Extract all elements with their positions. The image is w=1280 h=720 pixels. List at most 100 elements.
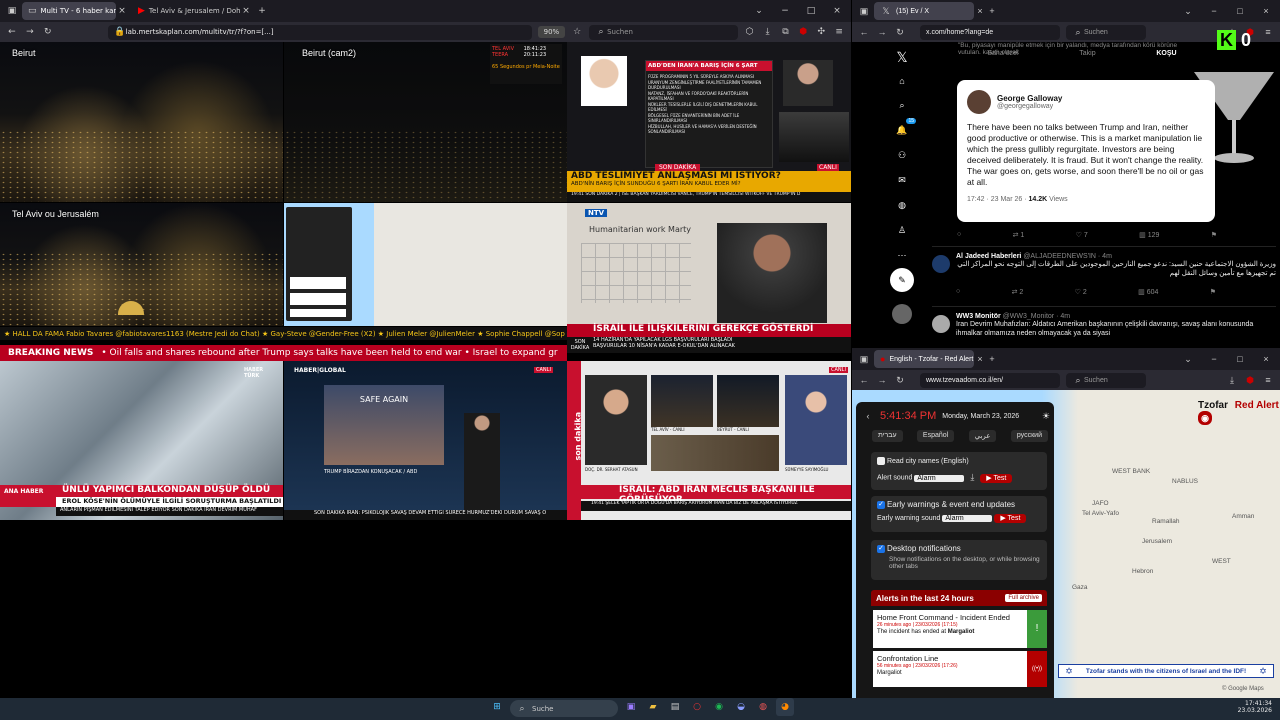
new-tab-icon[interactable]: +	[256, 5, 268, 17]
back-icon[interactable]: ←	[6, 26, 18, 38]
maximize-icon[interactable]: □	[805, 5, 817, 17]
search-input[interactable]: ⌕ Suchen	[589, 24, 738, 40]
new-tab-icon[interactable]: +	[986, 353, 998, 365]
windows-start-icon[interactable]: ⊞	[488, 698, 506, 716]
tab-x-home[interactable]: 𝕏 (15) Ev / X	[874, 2, 974, 20]
forward-icon[interactable]: →	[24, 26, 36, 38]
file-explorer-icon[interactable]: ▰	[644, 698, 662, 716]
firefox-icon[interactable]: ◕	[776, 698, 794, 716]
read-city-checkbox[interactable]	[877, 457, 885, 465]
alert-item[interactable]: Home Front Command - Incident Ended 26 m…	[873, 610, 1047, 648]
like-icon[interactable]: ♡ 2	[1075, 288, 1087, 296]
early-checkbox[interactable]: ✓	[877, 501, 885, 510]
tab-youtube[interactable]: ▶Tel Aviv & Jerusalem / Doha / ...	[132, 2, 240, 20]
home-icon[interactable]: ⌂	[892, 68, 912, 93]
minimize-icon[interactable]: −	[779, 5, 791, 17]
tab-list-icon[interactable]: ▣	[858, 5, 870, 17]
search-input[interactable]: ⌕ Suchen	[1066, 24, 1146, 40]
minimize-icon[interactable]: −	[1208, 353, 1220, 365]
discord-icon[interactable]: ◒	[732, 698, 750, 716]
notifications-icon[interactable]: 🔔 15	[892, 118, 916, 143]
reply-icon[interactable]: ○	[956, 288, 960, 296]
pocket-icon[interactable]: ⬡	[744, 26, 756, 38]
retweet-icon[interactable]: ⇄ 1	[1013, 231, 1025, 239]
reload-icon[interactable]: ↻	[894, 26, 906, 38]
theme-icon[interactable]: ☀	[1040, 410, 1052, 422]
retweet-icon[interactable]: ⇄ 2	[1012, 288, 1024, 296]
download-icon[interactable]: ⤓	[966, 471, 978, 483]
early-sound-select[interactable]: Alarm	[942, 515, 993, 523]
test-button[interactable]: ▶ Test	[980, 473, 1013, 483]
menu-icon[interactable]: ≡	[1262, 26, 1274, 38]
taskbar-search[interactable]: ⌕ Suche	[510, 700, 618, 717]
post-aljadeed[interactable]: Al Jadeed Haberleri @ALJADEEDNEWS'IN · 4…	[932, 246, 1276, 304]
zoom-badge[interactable]: 90%	[537, 26, 566, 38]
url-bar[interactable]: x.com/home?lang=de	[920, 24, 1060, 40]
alert-sound-select[interactable]: Alarm	[914, 474, 965, 482]
close-window-icon[interactable]: ×	[1260, 5, 1272, 17]
chevron-down-icon[interactable]: ⌄	[1182, 353, 1194, 365]
cam-beirut[interactable]: Beirut	[0, 42, 283, 202]
url-bar[interactable]: 🔒 lab.mertskaplan.com/multitv/tr/?f?on=[.…	[107, 24, 532, 40]
files-icon[interactable]: ▤	[666, 698, 684, 716]
tab-list-icon[interactable]: ▣	[6, 5, 18, 17]
search-icon[interactable]: ⌕	[892, 93, 912, 118]
close-icon[interactable]: ×	[116, 5, 128, 17]
ublock-icon[interactable]: ⬢	[797, 26, 809, 38]
spotify-icon[interactable]: ◉	[710, 698, 728, 716]
lang-button[interactable]: русский	[1010, 430, 1048, 442]
tab-multitv[interactable]: ▭Multi TV - 6 haber kanalı ve	[22, 2, 116, 20]
lang-button[interactable]: عربي	[968, 430, 997, 442]
close-icon[interactable]: ×	[240, 5, 252, 17]
close-window-icon[interactable]: ×	[1260, 353, 1272, 365]
chevron-down-icon[interactable]: ⌄	[753, 5, 765, 17]
reload-icon[interactable]: ↻	[42, 26, 54, 38]
tab-list-icon[interactable]: ▣	[858, 353, 870, 365]
star-icon[interactable]: ☆	[571, 26, 583, 38]
app-icon[interactable]: ◍	[754, 698, 772, 716]
tab-kosu[interactable]: KOŞU	[1156, 50, 1176, 64]
cnn-turk-stream[interactable]: ABD'DEN İRAN'A BARIŞ İÇİN 6 ŞART FÜZE PR…	[567, 42, 851, 202]
bookmark-icon[interactable]: ⚑	[1210, 288, 1216, 296]
maximize-icon[interactable]: □	[1234, 5, 1246, 17]
ublock-icon[interactable]: ⬢	[1244, 374, 1256, 386]
close-window-icon[interactable]: ×	[831, 5, 843, 17]
reply-icon[interactable]: ○	[957, 231, 961, 239]
puzzle-icon[interactable]: ✣	[815, 26, 827, 38]
quote-card[interactable]: George Galloway @georgegalloway There hav…	[957, 80, 1215, 222]
test-button[interactable]: ▶ Test	[994, 514, 1027, 524]
search-input[interactable]: ⌕ Suchen	[1066, 372, 1146, 388]
tab-following[interactable]: Takip	[1079, 50, 1095, 64]
minimize-icon[interactable]: −	[1208, 5, 1220, 17]
extensions-icon[interactable]: ⧉	[780, 26, 792, 38]
tab-tzofar[interactable]: ● English - Tzofar - Red Alert	[874, 350, 974, 368]
new-tab-icon[interactable]: +	[986, 5, 998, 17]
avatar[interactable]	[892, 304, 912, 324]
tzofar-map-stream[interactable]	[284, 203, 567, 326]
bookmark-icon[interactable]: ⚑	[1211, 231, 1217, 239]
ntv-stream[interactable]: NTV Humanitarian work Marty İSRAİL İLE İ…	[567, 203, 851, 353]
tab-for-you[interactable]: Sana özel	[987, 50, 1018, 64]
cam-telaviv[interactable]: Tel Aviv ou Jerusalém	[0, 203, 283, 326]
reload-icon[interactable]: ↻	[894, 374, 906, 386]
back-icon[interactable]: ←	[858, 374, 870, 386]
profile-icon[interactable]: ♙	[892, 218, 912, 243]
haberglobal-stream[interactable]: HABER|GLOBAL CANLI SAFE AGAIN TRUMP BİRA…	[284, 361, 567, 520]
download-icon[interactable]: ⤓	[762, 26, 774, 38]
alert-item[interactable]: Confrontation Line 56 minutes ago | 23/0…	[873, 651, 1047, 687]
opera-icon[interactable]: ○	[688, 698, 706, 716]
chevron-left-icon[interactable]: ‹	[862, 410, 874, 422]
views-icon[interactable]: ▥ 129	[1139, 231, 1159, 239]
a-haber-stream[interactable]: son dakika TEL AVİV - CANLI BEYRUT - CAN…	[567, 361, 851, 520]
more-icon[interactable]: ⋯	[892, 243, 912, 268]
post-ww3monitor[interactable]: WW3 Monitör @WW3_Monitor · 4m İran Devri…	[932, 306, 1276, 346]
download-icon[interactable]: ⤓	[1226, 374, 1238, 386]
url-bar[interactable]: www.tzevaadom.co.il/en/	[920, 372, 1060, 388]
close-icon[interactable]: ×	[974, 353, 986, 365]
forward-icon[interactable]: →	[876, 26, 888, 38]
menu-icon[interactable]: ≡	[1262, 374, 1274, 386]
x-logo-icon[interactable]: 𝕏	[892, 46, 912, 68]
full-archive-button[interactable]: Full archive	[1005, 594, 1042, 602]
lang-button[interactable]: עברית	[872, 430, 903, 442]
views-icon[interactable]: ▥ 604	[1138, 288, 1158, 296]
